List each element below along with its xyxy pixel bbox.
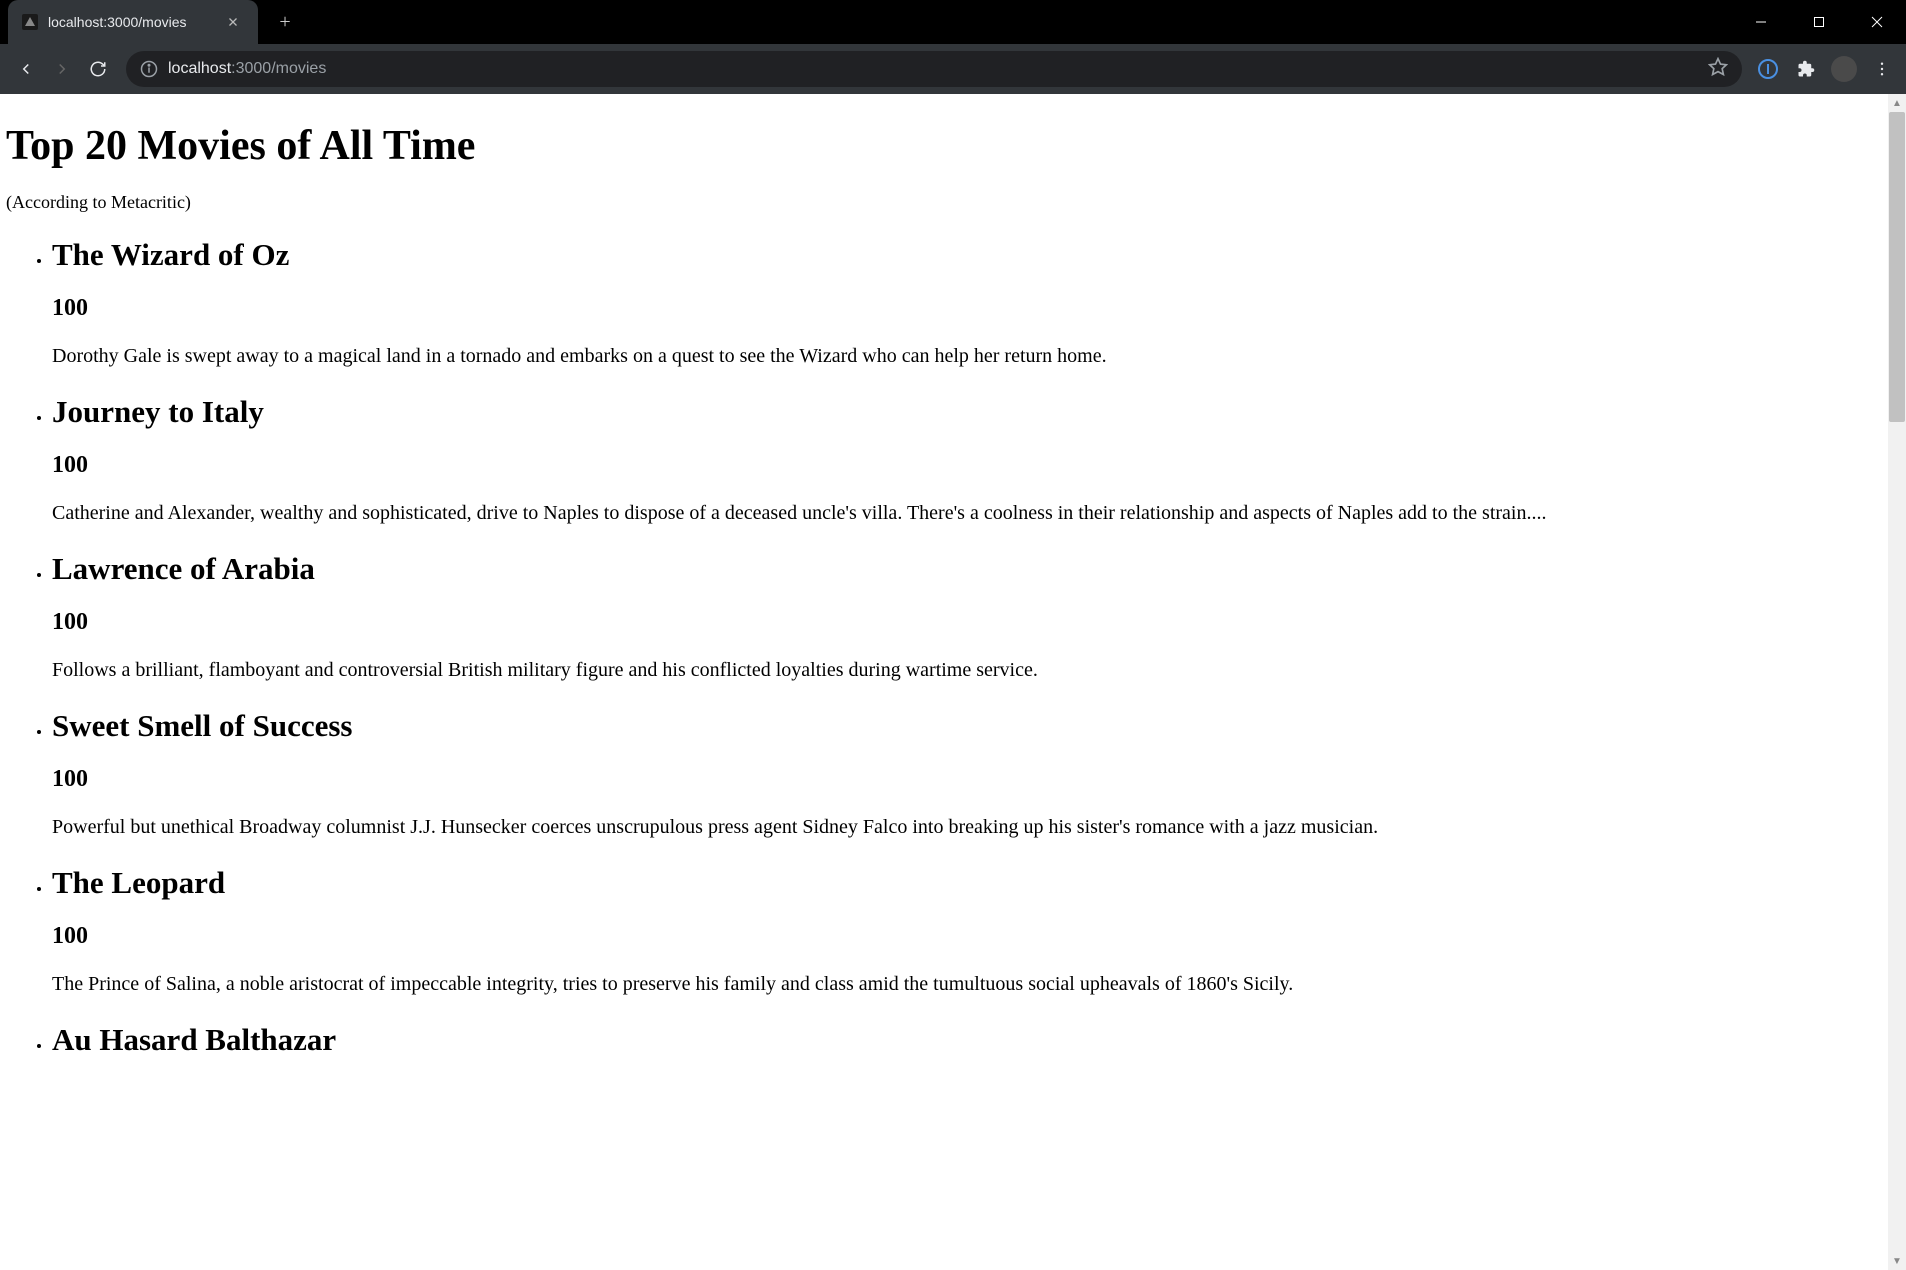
- list-item: Au Hasard Balthazar: [52, 1022, 1882, 1058]
- minimize-button[interactable]: [1732, 7, 1790, 37]
- movie-title: Sweet Smell of Success: [52, 708, 1882, 744]
- forward-button[interactable]: [44, 51, 80, 87]
- movie-title: Lawrence of Arabia: [52, 551, 1882, 587]
- back-button[interactable]: [8, 51, 44, 87]
- page-content: Top 20 Movies of All Time (According to …: [0, 94, 1888, 1270]
- movie-score: 100: [52, 452, 1882, 479]
- window-controls: [1732, 7, 1906, 37]
- movie-description: Follows a brilliant, flamboyant and cont…: [52, 656, 1882, 684]
- page-title: Top 20 Movies of All Time: [6, 122, 1882, 170]
- movie-description: Dorothy Gale is swept away to a magical …: [52, 342, 1882, 370]
- movies-list: The Wizard of Oz 100 Dorothy Gale is swe…: [6, 237, 1882, 1058]
- bookmark-star-icon[interactable]: [1708, 57, 1728, 82]
- list-item: Sweet Smell of Success 100 Powerful but …: [52, 708, 1882, 841]
- movie-title: The Wizard of Oz: [52, 237, 1882, 273]
- browser-chrome: localhost:3000/movies +: [0, 0, 1906, 94]
- scroll-up-icon[interactable]: ▲: [1888, 94, 1906, 112]
- movie-title: Journey to Italy: [52, 394, 1882, 430]
- movie-description: Catherine and Alexander, wealthy and sop…: [52, 499, 1882, 527]
- tab-close-icon[interactable]: [224, 13, 242, 31]
- close-window-button[interactable]: [1848, 7, 1906, 37]
- list-item: Lawrence of Arabia 100 Follows a brillia…: [52, 551, 1882, 684]
- extension-onepassword-icon[interactable]: [1752, 53, 1784, 85]
- movie-title: Au Hasard Balthazar: [52, 1022, 1882, 1058]
- viewport: Top 20 Movies of All Time (According to …: [0, 94, 1906, 1270]
- new-tab-button[interactable]: +: [270, 7, 300, 37]
- movie-score: 100: [52, 295, 1882, 322]
- list-item: The Leopard 100 The Prince of Salina, a …: [52, 865, 1882, 998]
- movie-score: 100: [52, 609, 1882, 636]
- movie-title: The Leopard: [52, 865, 1882, 901]
- menu-button[interactable]: [1866, 53, 1898, 85]
- scroll-thumb[interactable]: [1889, 112, 1905, 422]
- scroll-down-icon[interactable]: ▼: [1888, 1252, 1906, 1270]
- list-item: The Wizard of Oz 100 Dorothy Gale is swe…: [52, 237, 1882, 370]
- url-text: localhost:3000/movies: [168, 60, 326, 78]
- scrollbar[interactable]: ▲ ▼: [1888, 94, 1906, 1270]
- info-icon[interactable]: [140, 60, 158, 78]
- movie-score: 100: [52, 923, 1882, 950]
- browser-toolbar: localhost:3000/movies: [0, 44, 1906, 94]
- tab-favicon-icon: [22, 14, 38, 30]
- movie-description: The Prince of Salina, a noble aristocrat…: [52, 970, 1882, 998]
- address-bar[interactable]: localhost:3000/movies: [126, 51, 1742, 87]
- extensions-icon[interactable]: [1790, 53, 1822, 85]
- profile-avatar[interactable]: [1828, 53, 1860, 85]
- browser-tab[interactable]: localhost:3000/movies: [8, 0, 258, 44]
- movie-score: 100: [52, 766, 1882, 793]
- toolbar-right-icons: [1752, 53, 1898, 85]
- reload-button[interactable]: [80, 51, 116, 87]
- list-item: Journey to Italy 100 Catherine and Alexa…: [52, 394, 1882, 527]
- maximize-button[interactable]: [1790, 7, 1848, 37]
- tab-title: localhost:3000/movies: [48, 14, 224, 30]
- movie-description: Powerful but unethical Broadway columnis…: [52, 813, 1882, 841]
- page-subtitle: (According to Metacritic): [6, 192, 1882, 213]
- titlebar: localhost:3000/movies +: [0, 0, 1906, 44]
